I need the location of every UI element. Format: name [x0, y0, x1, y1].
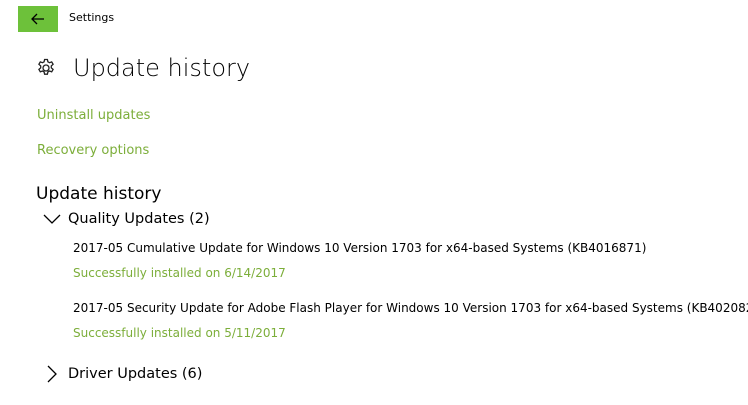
update-item-name[interactable]: 2017-05 Cumulative Update for Windows 10… — [73, 240, 646, 256]
back-button[interactable] — [18, 6, 58, 32]
update-item-name[interactable]: 2017-05 Security Update for Adobe Flash … — [73, 300, 748, 316]
chevron-right-icon — [42, 365, 62, 383]
uninstall-updates-link[interactable]: Uninstall updates — [37, 108, 150, 124]
update-item-status: Successfully installed on 6/14/2017 — [73, 266, 286, 280]
update-item-status: Successfully installed on 5/11/2017 — [73, 326, 286, 340]
quality-updates-label: Quality Updates (2) — [68, 211, 210, 227]
back-arrow-icon — [31, 13, 44, 25]
app-title: Settings — [69, 11, 115, 24]
recovery-options-link[interactable]: Recovery options — [37, 143, 149, 159]
settings-window: Settings Update history Uninstall update… — [0, 0, 748, 405]
update-history-heading: Update history — [36, 184, 162, 204]
chevron-down-icon — [42, 211, 62, 227]
driver-updates-group-toggle[interactable]: Driver Updates (6) — [42, 364, 202, 384]
page-title: Update history — [73, 54, 251, 82]
quality-updates-group-toggle[interactable]: Quality Updates (2) — [42, 209, 210, 229]
gear-icon — [38, 58, 54, 75]
driver-updates-label: Driver Updates (6) — [68, 366, 203, 382]
